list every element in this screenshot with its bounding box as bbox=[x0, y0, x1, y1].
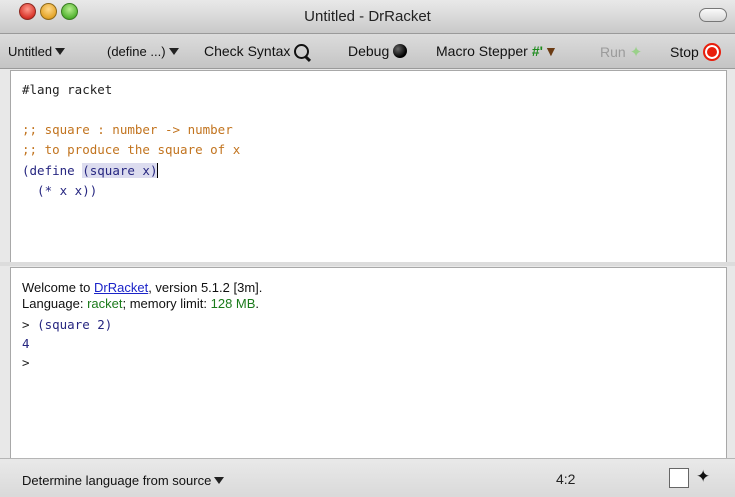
memory-prefix: ; memory limit: bbox=[122, 296, 211, 311]
prompt-symbol: > bbox=[22, 317, 30, 332]
status-indicator-box bbox=[669, 468, 689, 488]
macro-stepper-label: Macro Stepper bbox=[436, 43, 528, 59]
running-man-icon: ✦ bbox=[696, 467, 711, 486]
drracket-link[interactable]: DrRacket bbox=[94, 280, 148, 295]
file-menu[interactable]: Untitled bbox=[8, 44, 66, 59]
toolbar: Untitled (define ...) Check Syntax Debug… bbox=[0, 34, 735, 69]
chevron-down-icon bbox=[168, 48, 179, 55]
repl-input-line: > (square 2) bbox=[22, 316, 112, 334]
highlighted-expression: (square x) bbox=[82, 163, 158, 178]
repl-input: (square 2) bbox=[37, 317, 113, 332]
language-value: racket bbox=[87, 296, 123, 311]
bomb-icon bbox=[393, 44, 408, 58]
define-menu-label: (define ...) bbox=[107, 44, 166, 59]
pane-splitter[interactable] bbox=[0, 262, 735, 266]
language-prefix: Language: bbox=[22, 296, 88, 311]
code-line-body: (* x x)) bbox=[22, 183, 98, 198]
language-menu[interactable]: Determine language from source bbox=[22, 473, 225, 488]
language-line: Language: racket; memory limit: 128 MB. bbox=[22, 296, 259, 312]
definitions-editor[interactable]: #lang racket ;; square : number -> numbe… bbox=[10, 70, 727, 263]
run-button[interactable]: Run ✦ bbox=[600, 43, 642, 61]
file-menu-label: Untitled bbox=[8, 44, 53, 59]
chevron-down-icon bbox=[214, 477, 225, 484]
define-keyword: (define bbox=[22, 163, 83, 178]
code-line-comment-2: ;; to produce the square of x bbox=[22, 142, 241, 157]
debug-label: Debug bbox=[348, 43, 390, 59]
code-line-comment-1: ;; square : number -> number bbox=[22, 122, 233, 137]
repl-output: 4 bbox=[22, 336, 30, 351]
check-syntax-label: Check Syntax bbox=[204, 43, 291, 59]
window-title: Untitled - DrRacket bbox=[304, 8, 431, 25]
language-menu-label: Determine language from source bbox=[22, 473, 212, 488]
welcome-line: Welcome to DrRacket, version 5.1.2 [3m]. bbox=[22, 280, 262, 296]
welcome-prefix: Welcome to bbox=[22, 280, 95, 295]
stop-icon bbox=[702, 43, 721, 61]
magnifier-icon bbox=[294, 43, 310, 59]
welcome-suffix: , version 5.1.2 [3m]. bbox=[148, 280, 263, 295]
code-line-lang: #lang racket bbox=[22, 82, 113, 97]
memory-value: 128 MB bbox=[210, 296, 256, 311]
define-menu[interactable]: (define ...) bbox=[107, 44, 179, 59]
hash-quote-icon: #' bbox=[531, 43, 543, 59]
macro-stepper-button[interactable]: Macro Stepper #' ▼ bbox=[436, 43, 558, 59]
stop-label: Stop bbox=[670, 44, 699, 60]
runner-icon: ✦ bbox=[629, 44, 643, 61]
stop-button[interactable]: Stop bbox=[670, 43, 721, 61]
run-label: Run bbox=[600, 44, 626, 60]
status-bar: Determine language from source 4:2 ✦ bbox=[0, 458, 735, 497]
torch-icon: ▼ bbox=[543, 43, 558, 59]
debug-button[interactable]: Debug bbox=[348, 43, 408, 59]
memory-suffix: . bbox=[255, 296, 260, 311]
toolbar-toggle-button[interactable] bbox=[699, 8, 727, 22]
prompt-symbol: > bbox=[22, 355, 30, 370]
text-cursor bbox=[157, 163, 159, 178]
code-line-define: (define (square x) bbox=[22, 161, 159, 180]
check-syntax-button[interactable]: Check Syntax bbox=[204, 43, 310, 59]
chevron-down-icon bbox=[55, 48, 66, 55]
drracket-window: Untitled - DrRacket Untitled (define ...… bbox=[0, 0, 735, 497]
cursor-position: 4:2 bbox=[556, 471, 576, 487]
title-bar: Untitled - DrRacket bbox=[0, 0, 735, 34]
interactions-editor[interactable]: Welcome to DrRacket, version 5.1.2 [3m].… bbox=[10, 267, 727, 459]
